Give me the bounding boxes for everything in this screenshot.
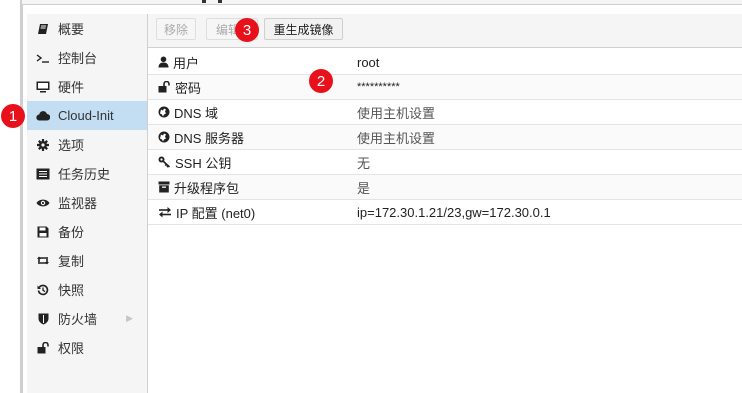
sidebar-item-label: 监视器	[58, 196, 98, 211]
chevron-right-icon[interactable]: ▶	[126, 313, 133, 324]
sidebar-item-label: 控制台	[58, 51, 98, 66]
sidebar-item-label: 备份	[58, 225, 85, 240]
sidebar-item-firewall[interactable]: 防火墙 ▶	[27, 304, 147, 333]
regenerate-image-button[interactable]: 重生成镜像	[264, 18, 343, 40]
row-value: 无	[357, 155, 371, 171]
sidebar-item-label: 快照	[58, 283, 85, 298]
user-icon	[158, 56, 169, 68]
row-key: 用户	[173, 55, 200, 71]
sidebar-item-label: 权限	[58, 341, 85, 356]
sidebar-item-backup[interactable]: 备份	[27, 217, 147, 246]
book-icon	[36, 23, 50, 35]
exchange-icon	[159, 207, 171, 218]
retweet-icon	[36, 255, 50, 266]
sidebar-item-label: 任务历史	[58, 167, 111, 182]
header-fragment	[202, 0, 206, 3]
globe-icon	[158, 131, 170, 143]
sidebar-nav: 概要 控制台 硬件 Cloud-Init 选项 任务历史 监视器 备份 复制 快…	[27, 14, 148, 393]
history-icon	[36, 284, 50, 296]
row-value: ip=172.30.1.21/23,gw=172.30.0.1	[357, 204, 551, 220]
shield-icon	[36, 313, 50, 325]
row-key: SSH 公钥	[175, 155, 232, 171]
key-icon	[158, 156, 171, 168]
table-row[interactable]: DNS 服务器 使用主机设置	[148, 125, 742, 150]
top-header-strip	[22, 0, 742, 5]
sidebar-item-monitor[interactable]: 监视器	[27, 188, 147, 217]
archive-icon	[158, 181, 170, 193]
row-value: 使用主机设置	[357, 105, 436, 121]
row-value: **********	[357, 81, 400, 93]
row-value: 使用主机设置	[357, 130, 436, 146]
left-panel-splitter[interactable]	[20, 0, 23, 393]
sidebar-item-label: 防火墙	[58, 312, 98, 327]
gear-icon	[36, 138, 50, 151]
sidebar-item-label: 硬件	[58, 80, 85, 95]
terminal-icon	[36, 52, 50, 64]
sidebar-item-summary[interactable]: 概要	[27, 14, 147, 43]
sidebar-item-label: 选项	[58, 138, 85, 153]
annotation-badge: 2	[309, 69, 333, 93]
row-value: 是	[357, 180, 371, 196]
sidebar-item-replication[interactable]: 复制	[27, 246, 147, 275]
floppy-disk-icon	[36, 226, 50, 238]
sidebar-item-cloud-init[interactable]: Cloud-Init	[27, 101, 147, 130]
remove-button[interactable]: 移除	[156, 18, 196, 40]
table-row[interactable]: 密码 **********	[148, 75, 742, 100]
row-key: IP 配置 (net0)	[176, 205, 256, 221]
table-row[interactable]: 用户 root	[148, 50, 742, 75]
sidebar-item-hardware[interactable]: 硬件	[27, 72, 147, 101]
cloud-init-panel: 移除 编辑 重生成镜像 用户 root 密码 ********** DNS 域 …	[148, 14, 742, 393]
annotation-badge: 1	[1, 104, 25, 128]
table-row[interactable]: IP 配置 (net0) ip=172.30.1.21/23,gw=172.30…	[148, 200, 742, 225]
cloud-icon	[36, 110, 50, 121]
row-key: 升级程序包	[174, 180, 240, 196]
left-panel-edge	[0, 0, 22, 393]
table-row[interactable]: DNS 域 使用主机设置	[148, 100, 742, 125]
row-key: 密码	[175, 80, 202, 96]
sidebar-item-console[interactable]: 控制台	[27, 43, 147, 72]
sidebar-item-snapshots[interactable]: 快照	[27, 275, 147, 304]
sidebar-item-label: 复制	[58, 254, 85, 269]
sidebar-item-label: Cloud-Init	[58, 108, 114, 123]
row-value: root	[357, 54, 380, 70]
row-key: DNS 域	[174, 105, 219, 121]
annotation-badge: 3	[235, 18, 259, 42]
globe-icon	[158, 106, 170, 118]
unlock-icon	[36, 341, 50, 354]
table-row[interactable]: SSH 公钥 无	[148, 150, 742, 175]
row-key: DNS 服务器	[174, 130, 245, 146]
sidebar-item-task-history[interactable]: 任务历史	[27, 159, 147, 188]
unlock-icon	[158, 81, 170, 93]
monitor-icon	[36, 81, 50, 93]
list-icon	[36, 168, 50, 180]
header-fragment	[218, 0, 222, 3]
sidebar-item-options[interactable]: 选项	[27, 130, 147, 159]
table-row[interactable]: 升级程序包 是	[148, 175, 742, 200]
sidebar-item-permissions[interactable]: 权限	[27, 333, 147, 362]
eye-icon	[36, 198, 50, 208]
sidebar-item-label: 概要	[58, 22, 85, 37]
